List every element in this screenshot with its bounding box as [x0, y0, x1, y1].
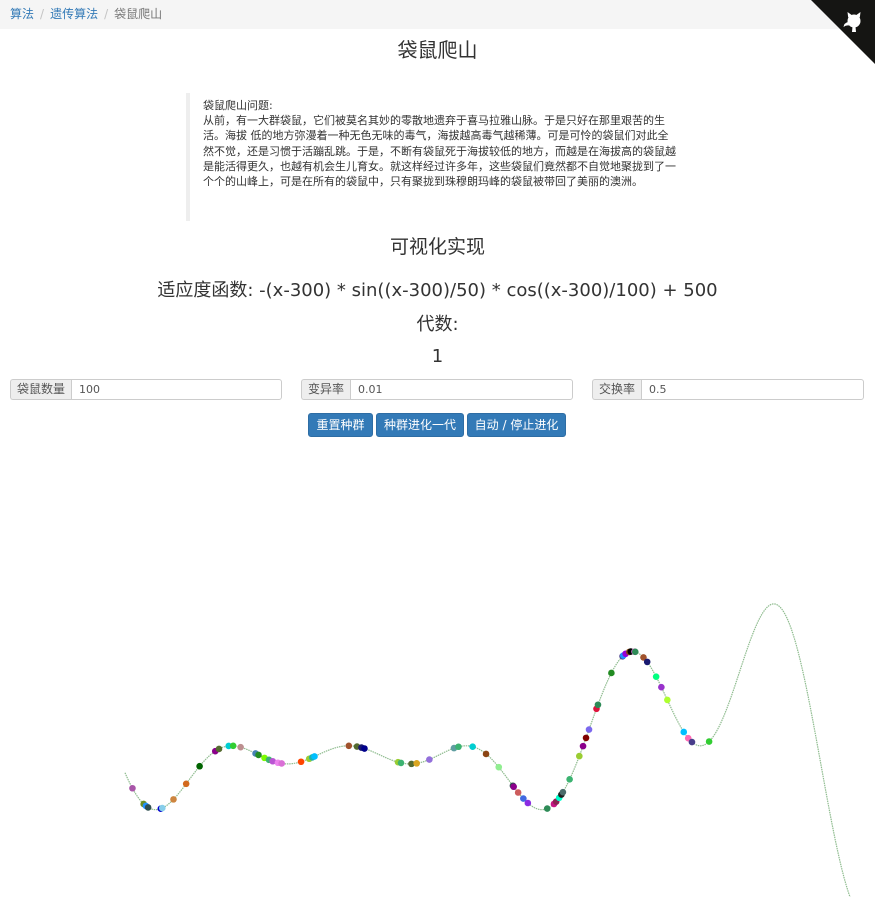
kangaroo-point: [144, 804, 152, 811]
population-label: 袋鼠数量: [10, 379, 72, 400]
kangaroo-point: [643, 658, 651, 666]
mutation-label: 变异率: [301, 379, 351, 400]
fitness-function: 适应度函数: -(x-300) * sin((x-300)/50) * cos(…: [157, 280, 718, 301]
reset-population-button[interactable]: 重置种群: [308, 413, 373, 437]
intro-blockquote: 袋鼠爬山问题: 从前，有一大群袋鼠，它们被莫名其妙的零散地遗弃于喜马拉雅山脉。于…: [186, 93, 686, 221]
kangaroo-point: [196, 762, 203, 770]
kangaroo-point: [688, 738, 696, 746]
intro-heading: 袋鼠爬山问题:: [203, 99, 273, 112]
section-title: 可视化实现: [389, 236, 485, 258]
kangaroo-point: [182, 780, 190, 788]
population-input[interactable]: [71, 379, 282, 400]
kangaroo-point: [215, 745, 223, 753]
kangaroo-point: [361, 745, 368, 752]
kangaroo-point: [576, 752, 583, 760]
kangaroo-point: [455, 743, 462, 751]
fitness-landscape-chart: [124, 603, 851, 897]
kangaroo-point: [159, 804, 166, 812]
kangaroo-point: [664, 696, 671, 704]
kangaroo-point: [170, 796, 177, 803]
kangaroo-point: [482, 750, 490, 758]
kangaroo-point: [495, 763, 503, 771]
kangaroo-point: [543, 805, 551, 812]
kangaroo-point: [514, 789, 522, 796]
mutation-input-group: 变异率: [301, 379, 573, 400]
evolve-one-generation-button[interactable]: 种群进化一代: [376, 413, 464, 437]
kangaroo-point: [397, 759, 405, 767]
intro-body: 从前，有一大群袋鼠，它们被莫名其妙的零散地遗弃于喜马拉雅山脉。于是只好在那里艰苦…: [203, 114, 676, 189]
kangaroo-point: [469, 743, 476, 750]
kangaroo-points: [129, 648, 713, 813]
kangaroo-point: [566, 776, 573, 783]
fitness-curve: [124, 603, 851, 897]
population-input-group: 袋鼠数量: [10, 379, 282, 400]
kangaroo-point: [229, 742, 237, 750]
kangaroo-point: [413, 760, 420, 767]
kangaroo-point: [658, 683, 665, 691]
kangaroo-point: [608, 669, 615, 677]
kangaroo-point: [297, 758, 305, 766]
breadcrumb-separator: /: [104, 7, 109, 21]
crossover-input[interactable]: [641, 379, 864, 400]
kangaroo-point: [278, 760, 285, 767]
kangaroo-point: [510, 783, 517, 791]
generation-value: 1: [431, 346, 444, 367]
crossover-input-group: 交换率: [592, 379, 864, 400]
kangaroo-point: [345, 742, 353, 750]
generation-label: 代数:: [416, 314, 459, 335]
kangaroo-point: [579, 742, 587, 750]
kangaroo-point: [680, 728, 688, 736]
kangaroo-point: [652, 673, 660, 680]
kangaroo-point: [255, 751, 262, 759]
kangaroo-point: [582, 734, 590, 742]
breadcrumb-link-genetic-algorithm[interactable]: 遗传算法: [50, 7, 98, 21]
kangaroo-point: [129, 784, 136, 792]
kangaroo-point: [594, 701, 602, 709]
kangaroo-point: [705, 738, 713, 745]
kangaroo-point: [311, 753, 318, 760]
kangaroo-point: [585, 726, 593, 733]
kangaroo-point: [631, 648, 639, 656]
page-title: 袋鼠爬山: [397, 38, 478, 62]
breadcrumb: 算法 / 遗传算法 / 袋鼠爬山: [0, 0, 875, 29]
breadcrumb-link-algorithms[interactable]: 算法: [10, 7, 34, 21]
mutation-input[interactable]: [350, 379, 573, 400]
crossover-label: 交换率: [592, 379, 642, 400]
auto-evolve-toggle-button[interactable]: 自动 / 停止进化: [467, 413, 566, 437]
breadcrumb-separator: /: [40, 7, 45, 21]
breadcrumb-current: 袋鼠爬山: [114, 7, 163, 21]
kangaroo-point: [237, 743, 244, 751]
kangaroo-point: [559, 788, 567, 796]
kangaroo-point: [426, 756, 433, 763]
kangaroo-point: [524, 799, 532, 807]
